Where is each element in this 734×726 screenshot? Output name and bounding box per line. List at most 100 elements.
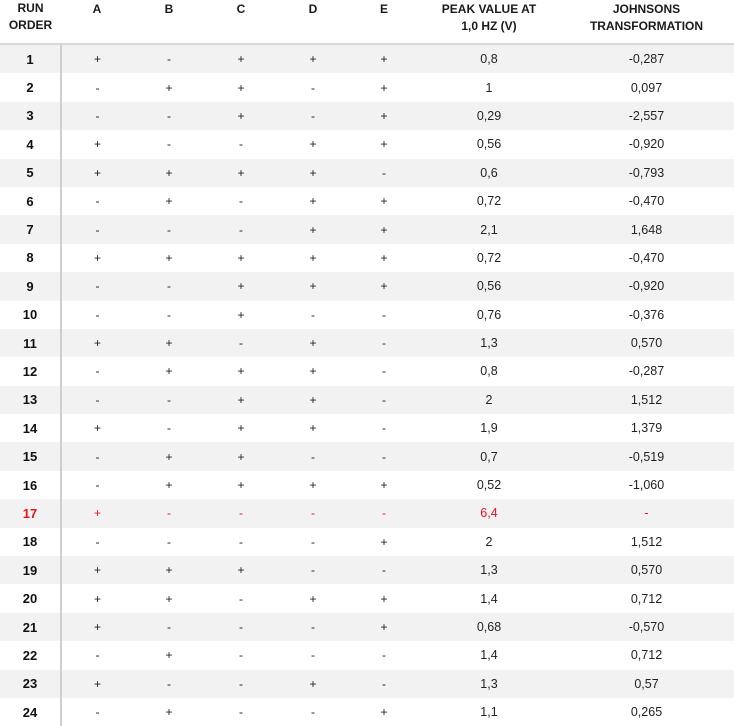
johnson-transformation-cell: -0,920 — [559, 272, 734, 301]
factor-d-cell: + — [277, 215, 349, 244]
factor-e-cell: + — [349, 130, 419, 159]
table-row: 14 + - + + -1,9 1,379 — [0, 414, 734, 443]
johnson-transformation-cell: -0,376 — [559, 300, 734, 329]
johnson-transformation-cell: 0,097 — [559, 73, 734, 102]
factor-b-cell: - — [133, 272, 205, 301]
peak-value-cell: 1,4 — [419, 641, 559, 670]
factor-b-cell: - — [133, 414, 205, 443]
table-row: 16- + + + +0,52 -1,060 — [0, 470, 734, 500]
factor-b-cell: - — [133, 499, 205, 528]
factor-e-cell: - — [349, 414, 419, 443]
factor-d-cell: - — [277, 442, 349, 471]
johnson-transformation-cell: -0,570 — [559, 612, 734, 642]
factor-b-cell: + — [133, 470, 205, 500]
factor-b-cell: + — [133, 243, 205, 273]
run-order-cell: 4 — [0, 130, 62, 159]
factor-e-cell: - — [349, 385, 419, 415]
header-johnson-transformation: JOHNSONS TRANSFORMATION — [559, 0, 734, 45]
peak-value-cell: 0,68 — [419, 612, 559, 642]
table-row: 4 + - - + +0,56 -0,920 — [0, 130, 734, 159]
factor-a-cell: - — [61, 73, 133, 102]
factor-a-cell: - — [61, 641, 133, 670]
factor-e-cell: + — [349, 584, 419, 613]
factor-c-cell: - — [205, 612, 277, 642]
factor-c-cell: - — [205, 186, 277, 216]
factor-a-cell: - — [61, 101, 133, 131]
run-order-cell: 10 — [0, 300, 62, 329]
table-row: 7- - - + +2,1 1,648 — [0, 215, 734, 244]
factor-b-cell: + — [133, 442, 205, 471]
table-row: 20 + + - + +1,4 0,712 — [0, 584, 734, 613]
factor-d-cell: - — [277, 101, 349, 131]
header-factor-a: A — [61, 0, 133, 45]
run-order-cell: 7 — [0, 215, 62, 244]
run-order-cell: 14 — [0, 414, 62, 443]
factor-b-cell: + — [133, 697, 205, 726]
run-order-cell: 12 — [0, 357, 62, 386]
peak-value-cell: 0,52 — [419, 470, 559, 500]
factor-d-cell: + — [277, 186, 349, 216]
header-johnson-line2: TRANSFORMATION — [589, 19, 704, 33]
table-row: 21 + - - - +0,68 -0,570 — [0, 612, 734, 642]
factor-a-cell: - — [61, 442, 133, 471]
table-body: 1 + - + + +0,8 -0,287 2- + + - +1 0,097 3- - + - +0,29 -2,… — [0, 44, 734, 726]
factor-b-cell: + — [133, 584, 205, 613]
table-row-outlier: 17 + - - - -6,4- — [0, 499, 734, 528]
factor-c-cell: + — [205, 414, 277, 443]
factor-b-cell: + — [133, 158, 205, 187]
johnson-transformation-cell: - — [559, 499, 734, 528]
factor-e-cell: + — [349, 186, 419, 216]
table-row: 5 + + + + -0,6 -0,793 — [0, 158, 734, 187]
run-order-cell: 16 — [0, 470, 62, 500]
factor-b-cell: - — [133, 44, 205, 74]
peak-value-cell: 1,3 — [419, 556, 559, 585]
factor-e-cell: + — [349, 101, 419, 131]
factor-b-cell: - — [133, 669, 205, 698]
factor-e-cell: + — [349, 612, 419, 642]
factor-e-cell: - — [349, 158, 419, 187]
header-factor-e: E — [349, 0, 419, 45]
header-factor-d: D — [277, 0, 349, 45]
factor-a-cell: - — [61, 215, 133, 244]
factor-b-cell: - — [133, 215, 205, 244]
factor-d-cell: + — [277, 328, 349, 358]
factor-d-cell: + — [277, 470, 349, 500]
factor-b-cell: - — [133, 385, 205, 415]
johnson-transformation-cell: 0,265 — [559, 697, 734, 726]
run-order-cell: 18 — [0, 527, 62, 557]
factor-e-cell: - — [349, 357, 419, 386]
factor-d-cell: - — [277, 300, 349, 329]
factor-d-cell: + — [277, 158, 349, 187]
table-row: 11 + + - + -1,3 0,570 — [0, 328, 734, 358]
header-run-order-line1: RUN — [17, 1, 44, 15]
factor-b-cell: - — [133, 101, 205, 131]
factor-e-cell: - — [349, 556, 419, 585]
factor-d-cell: + — [277, 357, 349, 386]
factor-e-cell: - — [349, 669, 419, 698]
run-order-cell: 21 — [0, 612, 62, 642]
factor-e-cell: - — [349, 300, 419, 329]
factor-d-cell: - — [277, 499, 349, 528]
header-peak-line2: 1,0 HZ (V) — [461, 19, 517, 33]
header-johnson-line1: JOHNSONS — [612, 2, 681, 16]
run-order-cell: 17 — [0, 499, 62, 528]
table-row: 24- + - - +1,1 0,265 — [0, 697, 734, 726]
factor-c-cell: + — [205, 44, 277, 74]
factor-c-cell: + — [205, 442, 277, 471]
factor-e-cell: - — [349, 442, 419, 471]
factor-b-cell: - — [133, 130, 205, 159]
table-row: 2- + + - +1 0,097 — [0, 73, 734, 102]
factor-e-cell: - — [349, 641, 419, 670]
factor-a-cell: + — [61, 669, 133, 698]
johnson-transformation-cell: -0,519 — [559, 442, 734, 471]
factor-a-cell: - — [61, 385, 133, 415]
factor-b-cell: - — [133, 527, 205, 557]
factor-c-cell: - — [205, 669, 277, 698]
table-row: 3- - + - +0,29 -2,557 — [0, 101, 734, 131]
peak-value-cell: 2 — [419, 385, 559, 415]
run-order-cell: 23 — [0, 669, 62, 698]
run-order-cell: 6 — [0, 186, 62, 216]
johnson-transformation-cell: -0,470 — [559, 186, 734, 216]
header-run-order: RUN ORDER — [0, 0, 61, 45]
factor-a-cell: + — [61, 130, 133, 159]
